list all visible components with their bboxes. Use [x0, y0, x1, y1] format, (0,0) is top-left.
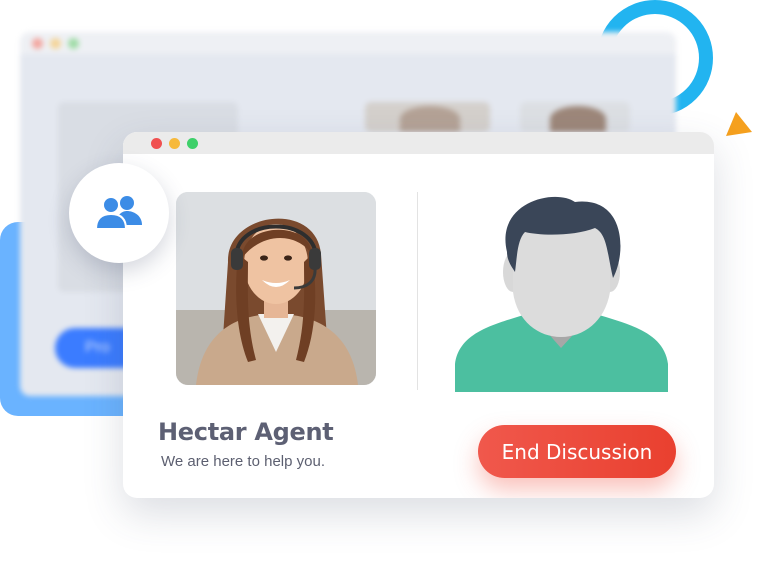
- user-avatar-icon: [455, 196, 668, 392]
- users-group-icon: [96, 196, 142, 230]
- maximize-dot: [68, 38, 79, 49]
- decorative-triangle: [726, 112, 752, 136]
- close-dot[interactable]: [151, 138, 162, 149]
- background-person: [400, 106, 460, 132]
- agent-name: Hectar Agent: [158, 418, 334, 446]
- background-window-titlebar: [20, 32, 676, 54]
- group-icon-button[interactable]: [69, 163, 169, 263]
- minimize-dot: [50, 38, 61, 49]
- panel-divider: [417, 192, 418, 390]
- call-window: Hectar Agent We are here to help you. En…: [123, 132, 714, 498]
- agent-tagline: We are here to help you.: [161, 453, 325, 470]
- call-window-titlebar: [123, 132, 714, 154]
- close-dot: [32, 38, 43, 49]
- minimize-dot[interactable]: [169, 138, 180, 149]
- end-discussion-button[interactable]: End Discussion: [478, 425, 676, 478]
- agent-photo: [176, 192, 376, 385]
- maximize-dot[interactable]: [187, 138, 198, 149]
- background-person: [550, 106, 606, 132]
